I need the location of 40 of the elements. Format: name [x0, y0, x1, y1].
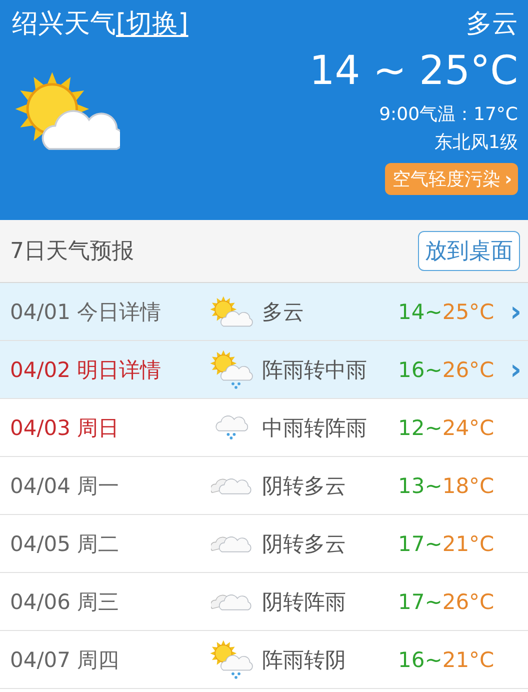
- temperature-range: 14~25°C: [398, 300, 496, 324]
- chevron-icon: ›: [510, 295, 522, 328]
- forecast-date: 04/06 周三: [10, 588, 120, 616]
- forecast-date: 04/04 周一: [10, 472, 120, 500]
- weather-description: 多云: [262, 298, 305, 326]
- weather-description: 中雨转阵雨: [262, 414, 368, 442]
- weather-description: 阵雨转中雨: [262, 356, 368, 384]
- temperature-range: 14 ~ 25°C: [309, 47, 518, 96]
- current-temperature: 9:00气温：17°C: [379, 103, 518, 127]
- city-title: 绍兴天气: [12, 9, 116, 39]
- sun-cloud-icon: [209, 295, 255, 328]
- forecast-date: 04/03 周日: [10, 414, 120, 442]
- clouds-icon: [211, 534, 253, 552]
- temperature-range: 16~26°C: [398, 358, 496, 382]
- switch-city-link[interactable]: [切换]: [116, 9, 188, 39]
- sun-cloud-rain-icon: [209, 349, 255, 390]
- clouds-icon: [211, 476, 253, 494]
- temperature-range: 17~21°C: [398, 532, 496, 556]
- forecast-date: 04/05 周二: [10, 530, 120, 558]
- weather-description: 阴转多云: [262, 530, 347, 558]
- clouds-icon: [211, 592, 253, 610]
- weather-description: 阵雨转阴: [262, 646, 347, 674]
- forecast-date: 04/02 明日详情: [10, 356, 162, 384]
- temperature-range: 16~21°C: [398, 648, 496, 672]
- weather-condition: 多云: [466, 8, 518, 41]
- forecast-date: 04/07 周四: [10, 646, 120, 674]
- wind-level: 东北风1级: [434, 131, 518, 155]
- forecast-row[interactable]: 04/02 明日详情 阵雨转中雨 16~26°C ›: [0, 341, 528, 399]
- weather-description: 阴转多云: [262, 472, 347, 500]
- chevron-icon: ›: [510, 353, 522, 386]
- sun-cloud-rain-icon: [209, 639, 255, 680]
- add-to-desktop-button[interactable]: 放到桌面: [418, 231, 520, 271]
- forecast-title: 7日天气预报: [10, 238, 134, 266]
- forecast-date: 04/01 今日详情: [10, 298, 162, 326]
- forecast-row[interactable]: 04/01 今日详情 多云 14~25°C ›: [0, 283, 528, 341]
- weather-description: 阴转阵雨: [262, 588, 347, 616]
- rain-cloud-icon: [214, 414, 250, 441]
- temperature-range: 13~18°C: [398, 474, 496, 498]
- temperature-range: 12~24°C: [398, 416, 496, 440]
- temperature-range: 17~26°C: [398, 590, 496, 614]
